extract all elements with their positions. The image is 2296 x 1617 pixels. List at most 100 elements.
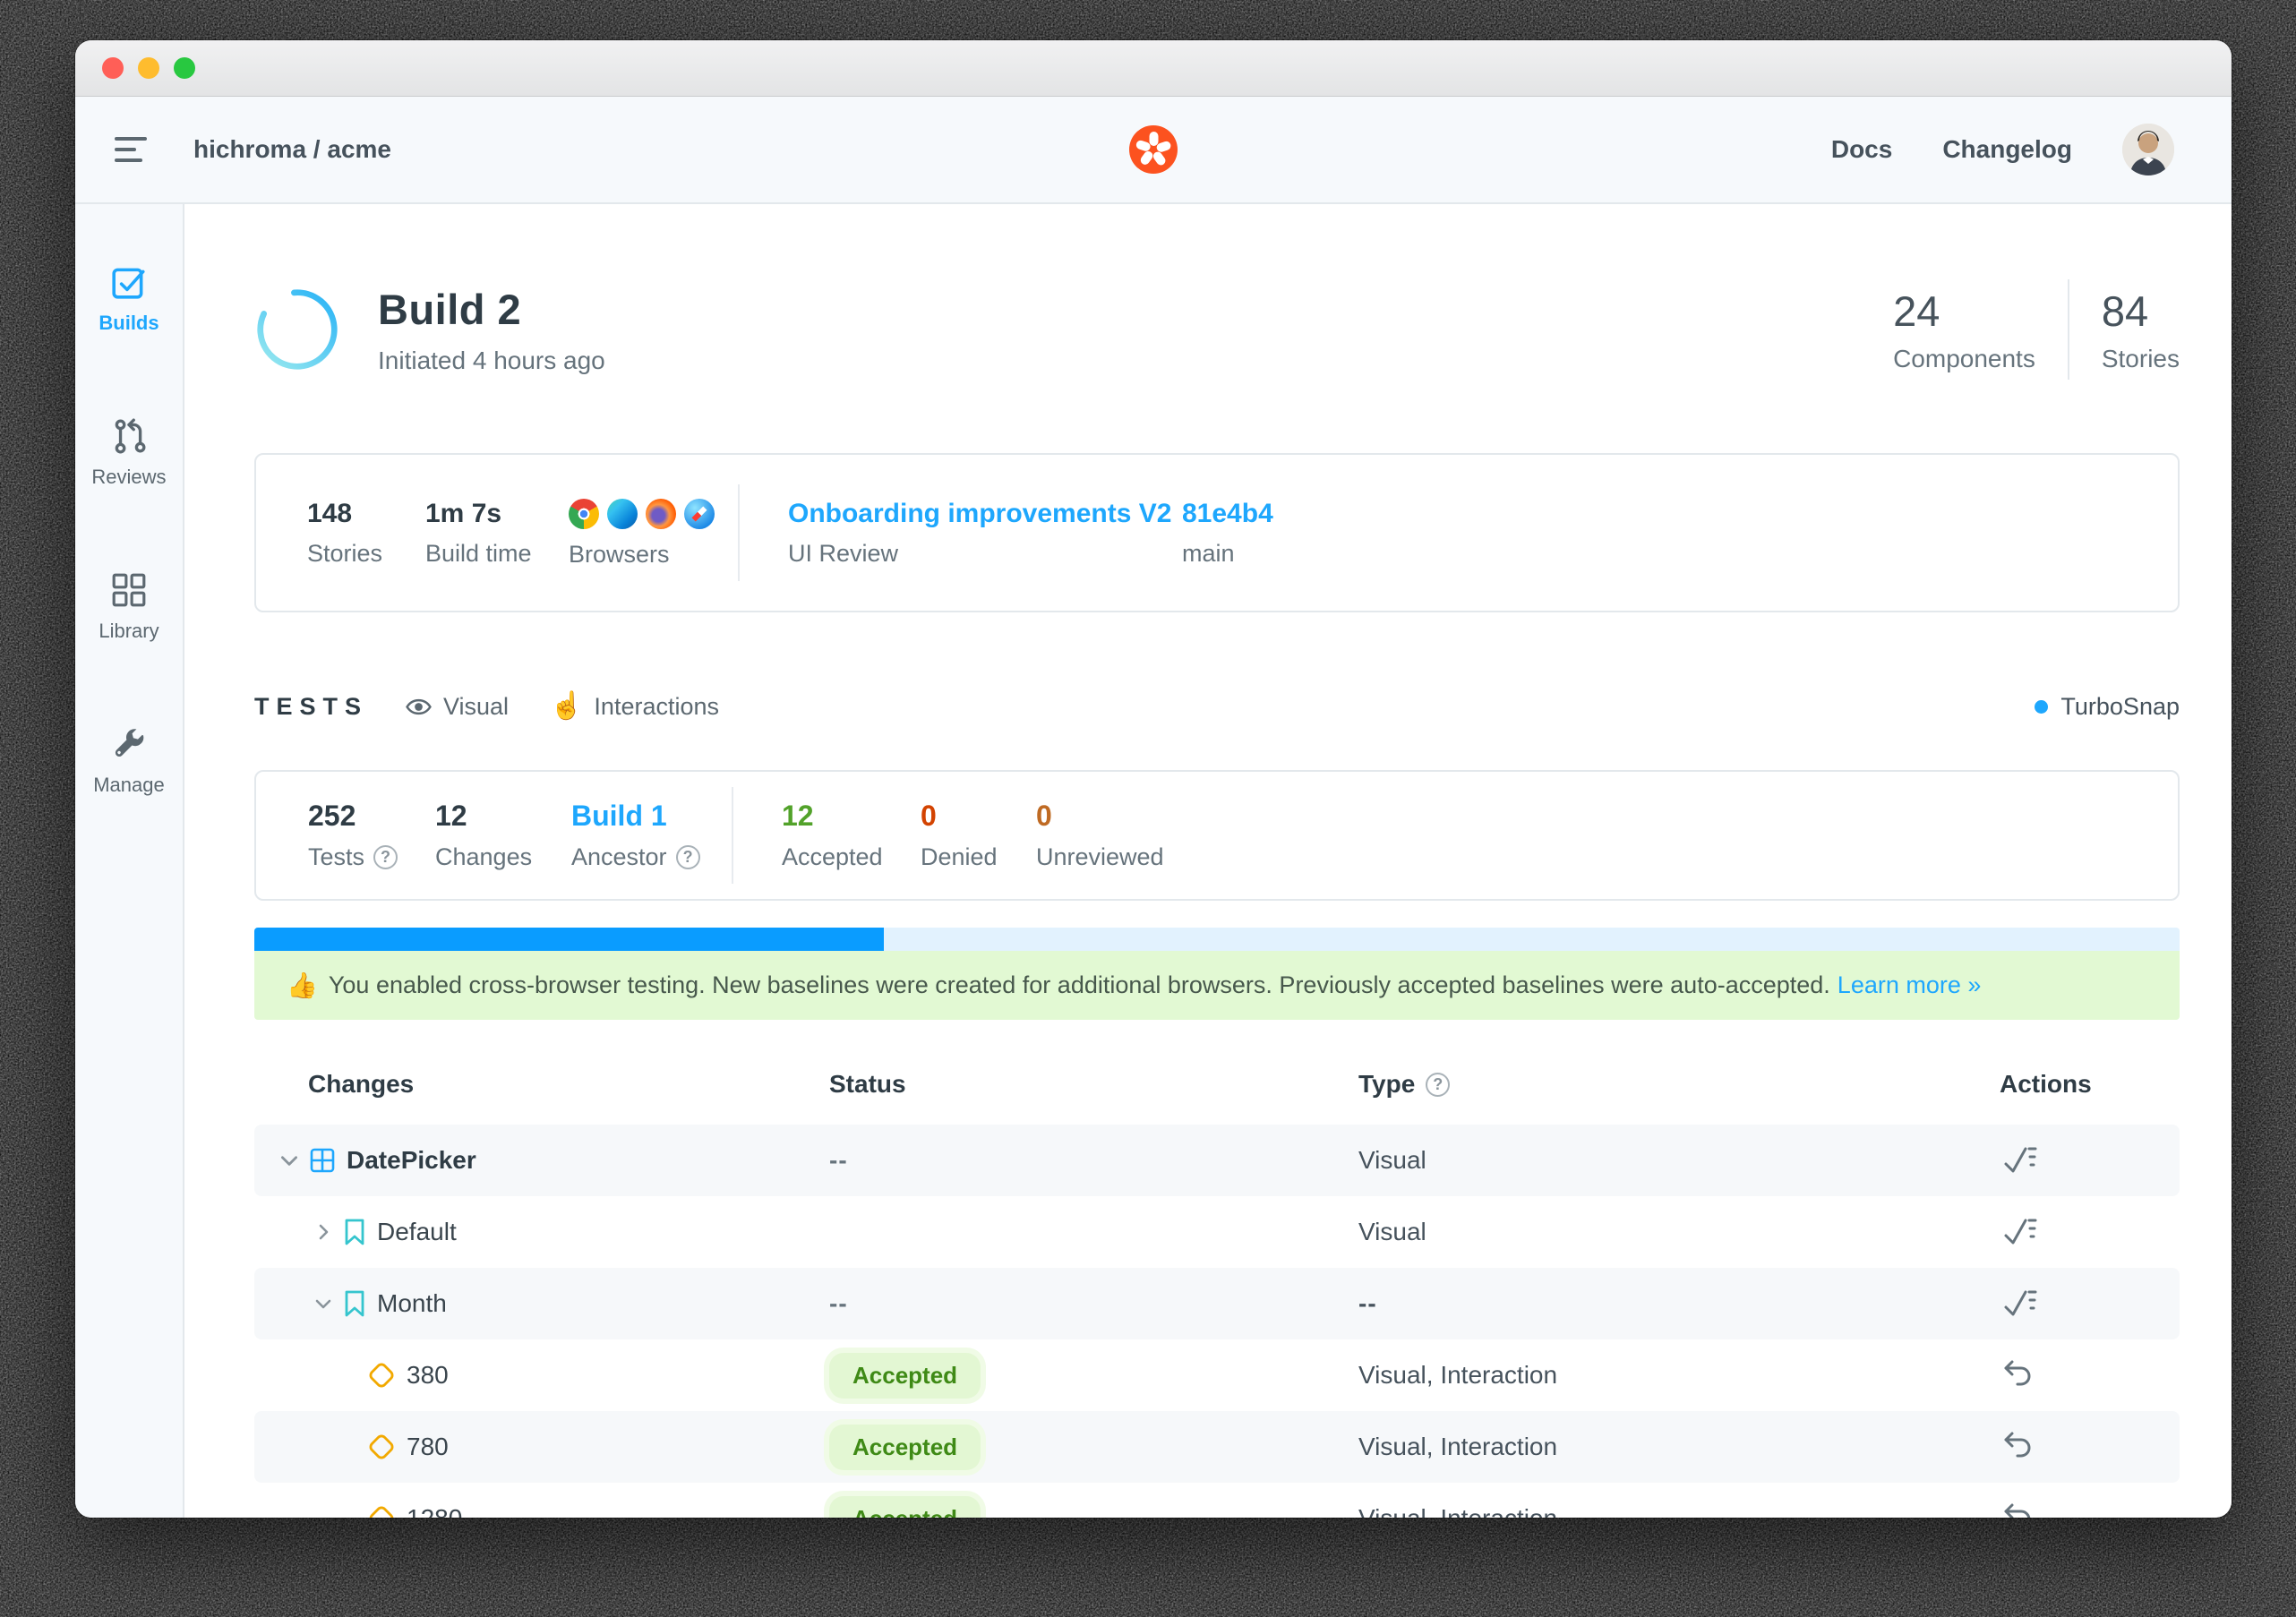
component-name-link[interactable]: DatePicker	[347, 1146, 476, 1175]
menu-icon[interactable]	[115, 137, 150, 162]
undo-icon[interactable]	[2000, 1356, 2037, 1394]
help-icon[interactable]: ?	[1426, 1073, 1450, 1097]
cross-browser-banner: 👍 You enabled cross-browser testing. New…	[254, 951, 2180, 1020]
wrench-icon	[110, 725, 148, 763]
commit-title-link[interactable]: Onboarding improvements V2	[788, 499, 1182, 529]
story-name-link[interactable]: Default	[377, 1218, 457, 1246]
chevron-down-icon[interactable]	[311, 1291, 336, 1316]
commit-hash-link[interactable]: 81e4b4	[1182, 499, 1361, 529]
table-row: DatePicker -- Visual	[254, 1125, 2180, 1196]
stat-tests: 252 Tests?	[308, 800, 435, 871]
status-badge: Accepted	[829, 1496, 981, 1519]
safari-browser-icon	[684, 499, 715, 529]
visual-filter-label: Visual	[443, 693, 509, 721]
sidebar-item-library[interactable]: Library	[99, 571, 158, 643]
stat-denied: 0 Denied	[921, 800, 1036, 871]
story-name-link[interactable]: Month	[377, 1289, 447, 1318]
undo-icon[interactable]	[2000, 1500, 2037, 1518]
batch-accept-icon[interactable]	[2000, 1212, 2039, 1252]
minimize-window-button[interactable]	[138, 57, 159, 79]
help-icon[interactable]: ?	[676, 845, 700, 869]
sidebar-item-reviews[interactable]: Reviews	[91, 417, 166, 489]
avatar[interactable]	[2122, 124, 2174, 175]
viewport-diamond-icon	[367, 1433, 396, 1461]
turbosnap-indicator[interactable]: TurboSnap	[2035, 693, 2180, 721]
viewport-name-link[interactable]: 1280	[407, 1504, 462, 1518]
docs-link[interactable]: Docs	[1831, 135, 1892, 164]
stat-unreviewed: 0 Unreviewed	[1036, 800, 1197, 871]
close-window-button[interactable]	[102, 57, 124, 79]
build-progress-bar	[254, 928, 2180, 951]
story-bookmark-icon	[343, 1218, 366, 1246]
app-window: hichroma / acme Docs Changelog	[75, 40, 2232, 1518]
page-title: Build 2	[378, 285, 605, 334]
sidebar-item-label: Builds	[99, 312, 158, 335]
progress-fill	[254, 928, 884, 951]
table-row: 1280 Accepted Visual, Interaction	[254, 1483, 2180, 1518]
learn-more-link[interactable]: Learn more »	[1838, 971, 1982, 999]
status-badge: Accepted	[829, 1353, 981, 1399]
sidebar-item-label: Reviews	[91, 466, 166, 489]
stat-changes: 12 Changes	[435, 800, 571, 871]
build-summary-card: 148 Stories 1m 7s Build time Browsers	[254, 453, 2180, 612]
chevron-down-icon[interactable]	[277, 1148, 302, 1173]
build-subtitle: Initiated 4 hours ago	[378, 346, 605, 375]
story-bookmark-icon	[343, 1289, 366, 1318]
interactions-filter-label: Interactions	[594, 693, 719, 721]
viewport-name-link[interactable]: 380	[407, 1361, 449, 1390]
stat-stories: 148 Stories	[307, 499, 425, 568]
help-icon[interactable]: ?	[373, 845, 398, 869]
stat-browsers: Browsers	[569, 498, 738, 569]
app-header: hichroma / acme Docs Changelog	[75, 97, 2232, 204]
divider	[732, 787, 733, 884]
column-header-status: Status	[829, 1070, 1358, 1099]
pointer-hand-icon: ☝	[550, 693, 583, 720]
divider	[738, 484, 740, 581]
sidebar: Builds Reviews Library Ma	[75, 204, 184, 1518]
sidebar-item-builds[interactable]: Builds	[99, 263, 158, 335]
stories-count: 84 Stories	[2102, 287, 2180, 373]
column-header-changes: Changes	[254, 1070, 829, 1099]
turbosnap-dot-icon	[2035, 700, 2048, 714]
commit-info: Onboarding improvements V2 UI Review	[788, 499, 1182, 568]
table-row: Default Visual	[254, 1196, 2180, 1268]
ancestor-build-link[interactable]: Build 1	[571, 800, 732, 833]
viewport-diamond-icon	[367, 1504, 396, 1518]
revision-info: 81e4b4 main	[1182, 499, 1361, 568]
undo-icon[interactable]	[2000, 1428, 2037, 1466]
batch-accept-icon[interactable]	[2000, 1141, 2039, 1180]
changelog-link[interactable]: Changelog	[1942, 135, 2072, 164]
pull-request-icon	[110, 417, 148, 455]
firefox-browser-icon	[646, 499, 676, 529]
banner-text: You enabled cross-browser testing. New b…	[329, 971, 1830, 999]
zoom-window-button[interactable]	[174, 57, 195, 79]
visual-filter[interactable]: Visual	[405, 693, 509, 721]
checkbox-icon	[110, 263, 148, 301]
divider	[2068, 279, 2069, 380]
table-row: 380 Accepted Visual, Interaction	[254, 1339, 2180, 1411]
tests-summary-card: 252 Tests? 12 Changes Build 1 Ancestor? …	[254, 770, 2180, 901]
stat-build-time: 1m 7s Build time	[425, 499, 569, 568]
column-header-type: Type?	[1358, 1070, 2000, 1099]
project-breadcrumb[interactable]: hichroma / acme	[193, 135, 391, 164]
component-icon	[309, 1147, 336, 1174]
thumbs-up-icon: 👍	[287, 971, 318, 1000]
sidebar-item-label: Library	[99, 620, 158, 643]
interactions-filter[interactable]: ☝ Interactions	[550, 693, 719, 721]
turbosnap-label: TurboSnap	[2060, 693, 2180, 721]
components-count: 24 Components	[1893, 287, 2035, 373]
column-header-actions: Actions	[2000, 1070, 2180, 1099]
batch-accept-icon[interactable]	[2000, 1284, 2039, 1323]
chrome-browser-icon	[569, 499, 599, 529]
viewport-name-link[interactable]: 780	[407, 1433, 449, 1461]
sidebar-item-manage[interactable]: Manage	[93, 725, 165, 797]
stat-accepted: 12 Accepted	[782, 800, 921, 871]
chevron-right-icon[interactable]	[311, 1219, 336, 1245]
main-content: Build 2 Initiated 4 hours ago 24 Compone…	[184, 204, 2232, 1518]
tests-heading: TESTS	[254, 693, 405, 721]
sidebar-item-label: Manage	[93, 774, 165, 797]
table-row: 780 Accepted Visual, Interaction	[254, 1411, 2180, 1483]
status-badge: Accepted	[829, 1424, 981, 1470]
viewport-diamond-icon	[367, 1361, 396, 1390]
chromatic-logo-icon[interactable]	[1129, 125, 1178, 174]
